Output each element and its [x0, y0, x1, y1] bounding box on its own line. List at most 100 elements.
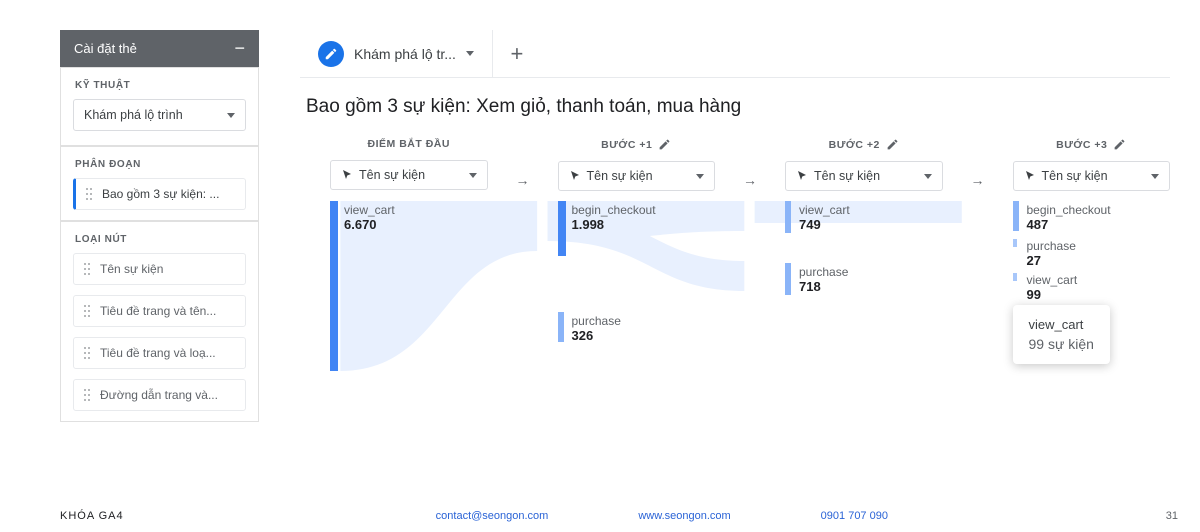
tooltip-value: 99 sự kiện: [1029, 336, 1094, 352]
technique-value: Khám phá lộ trình: [84, 108, 183, 122]
slide-footer: KHÓA GA4 contact@seongon.com www.seongon…: [0, 510, 1200, 522]
contact-phone: 0901 707 090: [821, 510, 888, 522]
node-type-chip[interactable]: Tiêu đề trang và tên...: [73, 295, 246, 327]
sankey-node[interactable]: begin_checkout 1.998: [558, 201, 716, 256]
chevron-down-icon: [1151, 174, 1159, 179]
cursor-icon: [569, 170, 581, 182]
node-name: purchase: [1027, 239, 1171, 253]
sankey-node[interactable]: view_cart 749: [785, 201, 943, 233]
sankey-node[interactable]: purchase 27: [1013, 237, 1171, 265]
step-col-1: BƯỚC +1 Tên sự kiện: [558, 138, 716, 191]
segment-label: PHÂN ĐOẠN: [61, 147, 258, 178]
step-label-text: BƯỚC +3: [1056, 139, 1107, 151]
node-tooltip: view_cart 99 sự kiện: [1013, 305, 1110, 364]
drag-handle-icon: [86, 188, 94, 200]
collapse-icon[interactable]: −: [234, 43, 245, 54]
step-label: ĐIỂM BẮT ĐẦU: [330, 138, 488, 150]
step-label-text: BƯỚC +2: [829, 139, 880, 151]
pencil-icon[interactable]: [658, 138, 671, 151]
step-headers: ĐIỂM BẮT ĐẦU Tên sự kiện → BƯỚC +1: [300, 138, 1170, 191]
chevron-down-icon: [466, 51, 474, 56]
step-dimension-select[interactable]: Tên sự kiện: [785, 161, 943, 191]
node-type-chip-label: Tiêu đề trang và loạ...: [100, 346, 216, 360]
exploration-title: Bao gồm 3 sự kiện: Xem giỏ, thanh toán, …: [300, 78, 1170, 138]
step-label: BƯỚC +2: [785, 138, 943, 151]
pencil-icon: [318, 41, 344, 67]
step-dd-label: Tên sự kiện: [814, 169, 880, 183]
tooltip-name: view_cart: [1029, 317, 1094, 332]
sankey-col: begin_checkout 1.998 purchase 326: [558, 201, 716, 421]
step-dd-label: Tên sự kiện: [359, 168, 425, 182]
sankey-node[interactable]: purchase 718: [785, 263, 943, 295]
technique-label: KỸ THUẬT: [61, 68, 258, 99]
node-name: view_cart: [344, 203, 488, 217]
node-value: 99: [1027, 287, 1171, 302]
chevron-down-icon: [696, 174, 704, 179]
sankey-node[interactable]: purchase 326: [558, 312, 716, 342]
arrow-icon: →: [743, 138, 757, 191]
node-name: purchase: [572, 314, 716, 328]
node-type-label: LOẠI NÚT: [61, 222, 258, 253]
node-name: begin_checkout: [1027, 203, 1171, 217]
cursor-icon: [1024, 170, 1036, 182]
sankey-node[interactable]: view_cart 99: [1013, 271, 1171, 299]
technique-section: KỸ THUẬT Khám phá lộ trình: [60, 67, 259, 146]
node-type-chip-label: Tiêu đề trang và tên...: [100, 304, 216, 318]
node-type-chip[interactable]: Tên sự kiện: [73, 253, 246, 285]
node-value: 487: [1027, 217, 1171, 232]
step-dimension-select[interactable]: Tên sự kiện: [1013, 161, 1171, 191]
cursor-icon: [796, 170, 808, 182]
step-label: BƯỚC +1: [558, 138, 716, 151]
sidebar-header: Cài đặt thẻ −: [60, 30, 259, 67]
tab-label: Khám phá lộ tr...: [354, 46, 456, 62]
node-value: 1.998: [572, 217, 716, 232]
arrow-icon: →: [971, 138, 985, 191]
drag-handle-icon: [84, 347, 92, 359]
pencil-icon[interactable]: [1113, 138, 1126, 151]
chevron-down-icon: [469, 173, 477, 178]
segment-chip[interactable]: Bao gồm 3 sự kiện: ...: [73, 178, 246, 210]
sidebar-title: Cài đặt thẻ: [74, 41, 137, 56]
technique-select[interactable]: Khám phá lộ trình: [73, 99, 246, 131]
step-dd-label: Tên sự kiện: [1042, 169, 1108, 183]
step-dimension-select[interactable]: Tên sự kiện: [330, 160, 488, 190]
node-value: 718: [799, 279, 943, 294]
main-panel: Khám phá lộ tr... + Bao gồm 3 sự kiện: X…: [300, 30, 1170, 452]
segment-chip-label: Bao gồm 3 sự kiện: ...: [102, 187, 219, 201]
step-col-3: BƯỚC +3 Tên sự kiện: [1013, 138, 1171, 191]
sankey-chart: view_cart 6.670 begin_checkout 1.998 pur…: [300, 201, 1170, 421]
node-value: 749: [799, 217, 943, 232]
step-col-start: ĐIỂM BẮT ĐẦU Tên sự kiện: [330, 138, 488, 191]
drag-handle-icon: [84, 389, 92, 401]
pencil-icon[interactable]: [886, 138, 899, 151]
sankey-node[interactable]: begin_checkout 487: [1013, 201, 1171, 231]
new-tab-button[interactable]: +: [493, 30, 541, 77]
step-label: BƯỚC +3: [1013, 138, 1171, 151]
chevron-down-icon: [227, 113, 235, 118]
site-link[interactable]: www.seongon.com: [638, 510, 730, 522]
sankey-node[interactable]: view_cart 6.670: [330, 201, 488, 371]
step-label-text: BƯỚC +1: [601, 139, 652, 151]
node-name: purchase: [799, 265, 943, 279]
course-label: KHÓA GA4: [60, 510, 124, 522]
exploration-tab[interactable]: Khám phá lộ tr...: [300, 30, 493, 77]
step-label-text: ĐIỂM BẮT ĐẦU: [368, 138, 450, 150]
drag-handle-icon: [84, 263, 92, 275]
node-type-chip-label: Đường dẫn trang và...: [100, 388, 218, 402]
contact-email[interactable]: contact@seongon.com: [436, 510, 549, 522]
node-name: begin_checkout: [572, 203, 716, 217]
step-col-2: BƯỚC +2 Tên sự kiện: [785, 138, 943, 191]
cursor-icon: [341, 169, 353, 181]
node-type-chip[interactable]: Tiêu đề trang và loạ...: [73, 337, 246, 369]
settings-sidebar: Cài đặt thẻ − KỸ THUẬT Khám phá lộ trình…: [60, 30, 259, 422]
drag-handle-icon: [84, 305, 92, 317]
step-dimension-select[interactable]: Tên sự kiện: [558, 161, 716, 191]
node-name: view_cart: [799, 203, 943, 217]
arrow-icon: →: [516, 138, 530, 191]
sankey-col: begin_checkout 487 purchase 27 view_cart…: [1013, 201, 1171, 421]
step-dd-label: Tên sự kiện: [587, 169, 653, 183]
node-value: 6.670: [344, 217, 488, 232]
node-type-chip[interactable]: Đường dẫn trang và...: [73, 379, 246, 411]
sankey-col: view_cart 6.670: [330, 201, 488, 421]
page-number: 31: [1166, 510, 1178, 522]
